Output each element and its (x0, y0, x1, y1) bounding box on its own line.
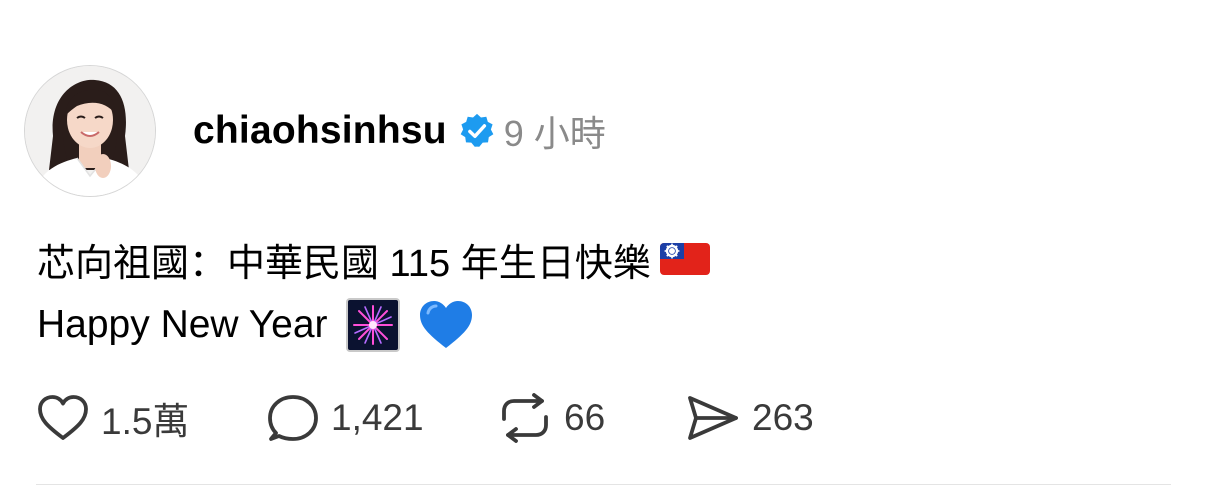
taiwan-flag-icon (659, 241, 711, 277)
verified-badge-icon (458, 112, 496, 150)
fireworks-icon (345, 298, 400, 352)
repost-count: 66 (564, 397, 606, 438)
share-count: 263 (752, 397, 814, 438)
comment-button[interactable]: 1,421 (267, 390, 424, 446)
post-timestamp[interactable]: 9 小時 (504, 105, 606, 157)
threads-post: chiaohsinhsu 9 小時 芯向祖國：中華民國 115 年生日快樂 Ha… (0, 0, 1206, 487)
avatar[interactable] (25, 66, 155, 196)
like-count: 1.5萬 (101, 401, 190, 442)
repost-icon (502, 393, 548, 443)
post-header: chiaohsinhsu 9 小時 (193, 108, 606, 154)
share-button[interactable]: 263 (686, 390, 814, 446)
post-text: 芯向祖國：中華民國 115 年生日快樂 (37, 242, 651, 285)
post-divider (36, 484, 1171, 485)
like-button[interactable]: 1.5萬 (37, 390, 189, 446)
comment-count: 1,421 (331, 397, 424, 438)
paper-plane-icon (688, 396, 738, 440)
blue-heart-icon (418, 299, 474, 351)
speech-bubble-icon (268, 395, 318, 441)
avatar-photo (25, 66, 155, 196)
username[interactable]: chiaohsinhsu (193, 109, 447, 153)
heart-outline-icon (38, 395, 88, 440)
post-text-english: Happy New Year (37, 303, 328, 346)
post-text-line-1: 芯向祖國：中華民國 115 年生日快樂 (37, 233, 711, 285)
repost-button[interactable]: 66 (498, 390, 605, 446)
post-text-line-2: Happy New Year (37, 297, 474, 353)
